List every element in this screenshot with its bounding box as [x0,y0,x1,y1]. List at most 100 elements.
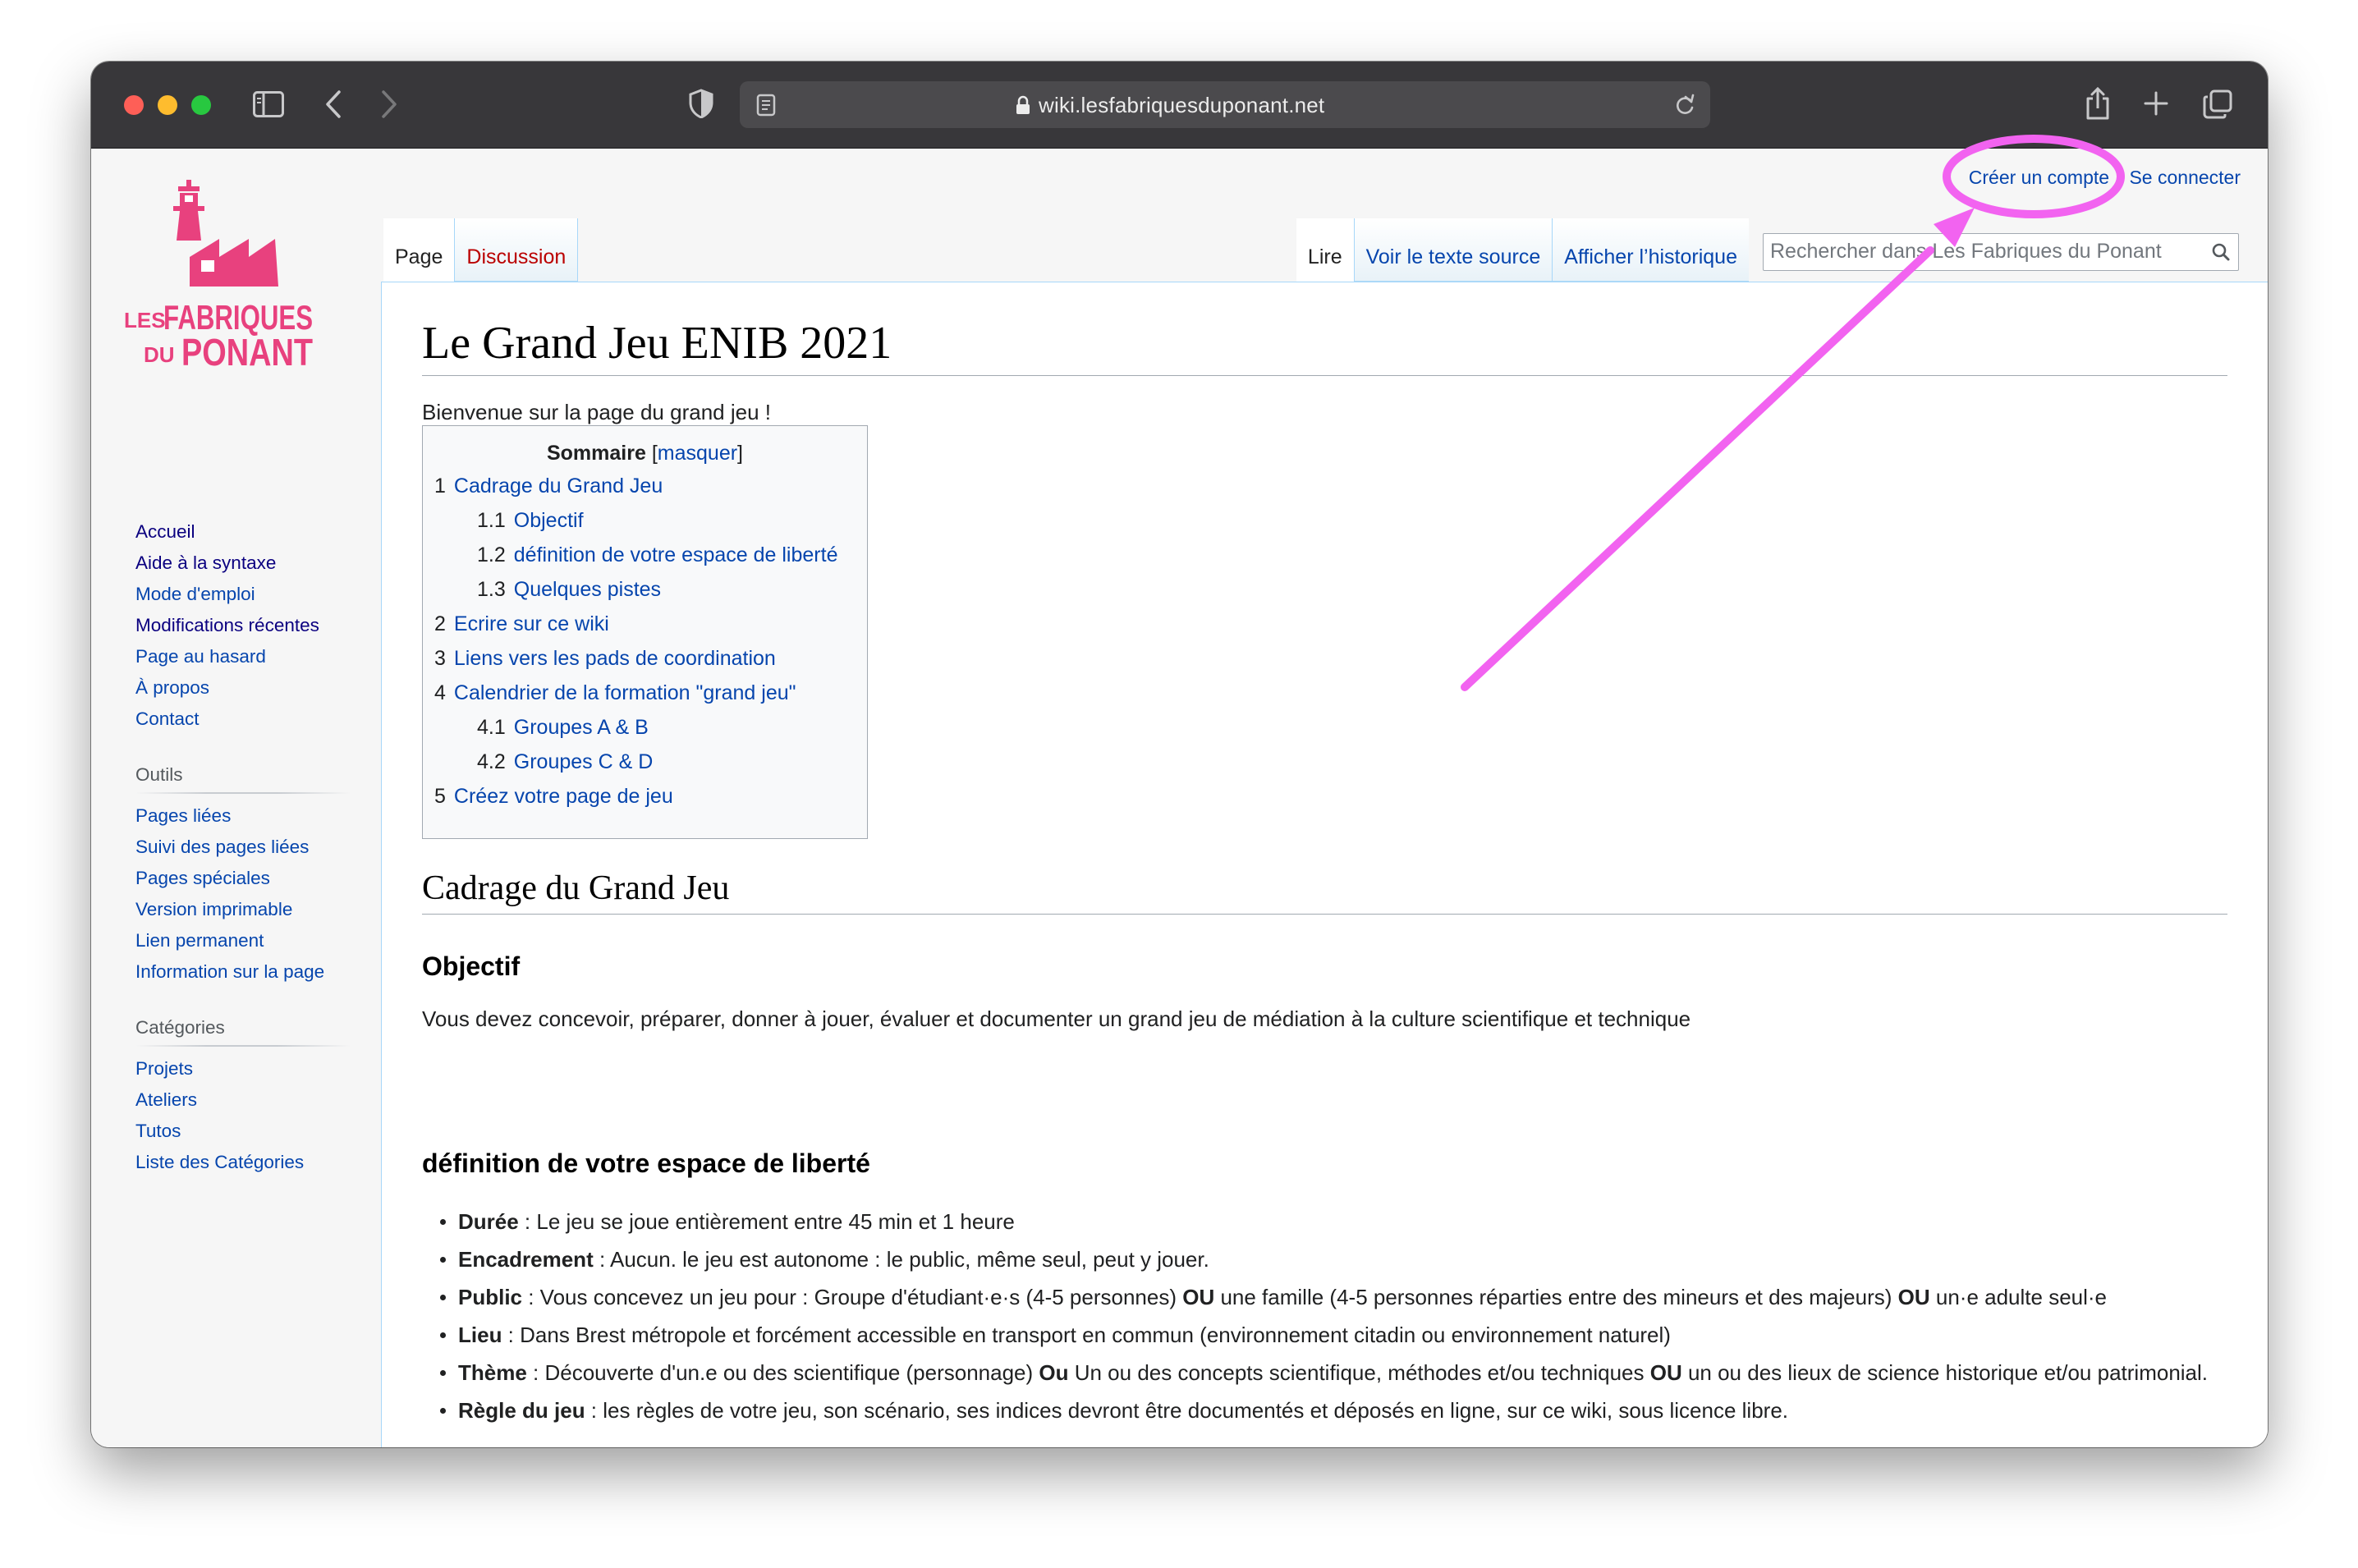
toc-number: 1.3 [477,578,506,601]
search-icon[interactable] [2212,243,2230,265]
rule-item: Public : Vous concevez un jeu pour : Gro… [422,1279,2227,1315]
rule-item: Encadrement : Aucun. le jeu est autonome… [422,1241,2227,1277]
toc-label[interactable]: définition de votre espace de liberté [514,543,838,566]
toc-number: 1.1 [477,509,506,532]
rule-label: Thème [458,1360,527,1385]
toc-item[interactable]: 5 Créez votre page de jeu [434,779,867,814]
toc-toggle-close: ] [737,442,743,465]
toc-label[interactable]: Calendrier de la formation "grand jeu" [454,681,796,704]
objectif-text: Vous devez concevoir, préparer, donner à… [422,1006,1691,1031]
toc-number: 3 [434,647,446,670]
toc-label[interactable]: Créez votre page de jeu [454,785,673,808]
tab-discussion[interactable]: Discussion [455,218,579,282]
toc-item[interactable]: 1.1 Objectif [434,503,867,538]
sidebar-toggle-icon[interactable] [253,91,284,117]
zoom-window-button[interactable] [191,95,211,115]
subsection-heading-liberte: définition de votre espace de liberté [422,1148,870,1178]
tools-divider [135,792,351,794]
toc-number: 5 [434,785,446,808]
toc-number: 1.2 [477,543,506,566]
sidebar-item-lien-permanent[interactable]: Lien permanent [135,925,351,956]
toc-item[interactable]: 2 Ecrire sur ce wiki [434,607,867,641]
categories-heading: Catégories [135,1017,225,1038]
rule-text: une famille (4-5 personnes réparties ent… [1214,1285,1898,1309]
toc-item[interactable]: 4.2 Groupes C & D [434,745,867,779]
toc-label[interactable]: Quelques pistes [514,578,661,601]
sidebar-item-pages-speciales[interactable]: Pages spéciales [135,863,351,894]
search-box [1763,233,2239,271]
toc-number: 1 [434,475,446,497]
reload-icon[interactable] [1674,94,1695,121]
sidebar-item-accueil[interactable]: Accueil [135,516,351,548]
section-heading-cadrage: Cadrage du Grand Jeu [422,863,2227,915]
sidebar-item-version-imprimable[interactable]: Version imprimable [135,894,351,925]
toc-label[interactable]: Liens vers les pads de coordination [454,647,776,670]
share-icon[interactable] [2085,86,2111,121]
toc-label[interactable]: Ecrire sur ce wiki [454,612,609,635]
toc-item[interactable]: 1.2 définition de votre espace de liberté [434,538,867,572]
sidebar-item-ateliers[interactable]: Ateliers [135,1084,351,1116]
rules-list: Durée : Le jeu se joue entièrement entre… [422,1204,2227,1430]
toc-hide-link[interactable]: masquer [658,442,737,465]
rule-item: Lieu : Dans Brest métropole et forcément… [422,1317,2227,1353]
minimize-window-button[interactable] [158,95,177,115]
page-title: Le Grand Jeu ENIB 2021 [422,313,2227,376]
tab-overview-icon[interactable] [2203,89,2232,119]
sidebar-item-projets[interactable]: Projets [135,1053,351,1084]
toc-item[interactable]: 3 Liens vers les pads de coordination [434,641,867,676]
toc-label[interactable]: Objectif [514,509,584,532]
sidebar-item-page-hasard[interactable]: Page au hasard [135,641,351,672]
rule-item: Durée : Le jeu se joue entièrement entre… [422,1204,2227,1240]
tools-heading: Outils [135,764,183,785]
toc-item[interactable]: 4.1 Groupes A & B [434,710,867,745]
toc-label[interactable]: Groupes C & D [514,750,654,773]
sidebar-item-aide-syntaxe[interactable]: Aide à la syntaxe [135,548,351,579]
url-text: wiki.lesfabriquesduponant.net [1039,93,1325,117]
back-icon[interactable] [324,89,342,119]
forward-icon[interactable] [380,89,398,119]
toc-toggle-open: [ [651,442,658,465]
wiki-page: LES FABRIQUES DU PONANT Créer un compte … [91,149,2268,1447]
toc-label[interactable]: Groupes A & B [514,716,649,739]
privacy-shield-icon[interactable] [689,89,713,118]
sidebar-item-information-page[interactable]: Information sur la page [135,956,351,988]
tab-history[interactable]: Afficher l’historique [1552,218,1749,282]
toc-item[interactable]: 1.3 Quelques pistes [434,572,867,607]
rule-label: Encadrement [458,1247,594,1272]
sidebar-item-mode-emploi[interactable]: Mode d'emploi [135,579,351,610]
logo-text-les: LES [124,308,166,332]
logo-text-ponant: PONANT [181,331,313,374]
sidebar-item-suivi-pages-liees[interactable]: Suivi des pages liées [135,832,351,863]
toc-number: 2 [434,612,446,635]
article-body: Le Grand Jeu ENIB 2021 Bienvenue sur la … [422,313,2227,1423]
toc-number: 4.1 [477,716,506,739]
sidebar-item-contact[interactable]: Contact [135,704,351,735]
table-of-contents: Sommaire [masquer] 1 Cadrage du Grand Jeu… [422,425,868,839]
reader-mode-icon[interactable] [756,94,776,121]
toc-item[interactable]: 4 Calendrier de la formation "grand jeu" [434,676,867,710]
logo-text-du: DU [144,342,175,367]
sidebar-item-modifications-recentes[interactable]: Modifications récentes [135,610,351,641]
new-tab-icon[interactable] [2144,91,2168,116]
tab-page[interactable]: Page [383,218,456,282]
sidebar-item-a-propos[interactable]: À propos [135,672,351,704]
toc-item[interactable]: 1 Cadrage du Grand Jeu [434,469,867,503]
categories-divider [135,1045,351,1047]
rule-text: un ou des lieux de science historique et… [1681,1360,2209,1385]
search-input[interactable] [1764,234,2191,268]
sidebar-item-liste-categories[interactable]: Liste des Catégories [135,1147,351,1178]
sidebar-item-tutos[interactable]: Tutos [135,1116,351,1147]
rule-label: Lieu [458,1323,502,1347]
address-bar[interactable]: wiki.lesfabriquesduponant.net [740,81,1710,128]
tab-view-source[interactable]: Voir le texte source [1353,218,1553,282]
toc-label[interactable]: Cadrage du Grand Jeu [454,475,663,497]
tab-read[interactable]: Lire [1296,218,1354,282]
site-logo[interactable]: LES FABRIQUES DU PONANT [122,172,316,385]
rule-label: OU [1649,1360,1682,1385]
sidebar-item-pages-liees[interactable]: Pages liées [135,800,351,832]
close-window-button[interactable] [124,95,144,115]
login-link[interactable]: Se connecter [2129,167,2241,188]
create-account-link[interactable]: Créer un compte [1969,167,2109,188]
personal-tools: Créer un compte Se connecter [1954,167,2241,189]
rule-label: Ou [1039,1360,1069,1385]
